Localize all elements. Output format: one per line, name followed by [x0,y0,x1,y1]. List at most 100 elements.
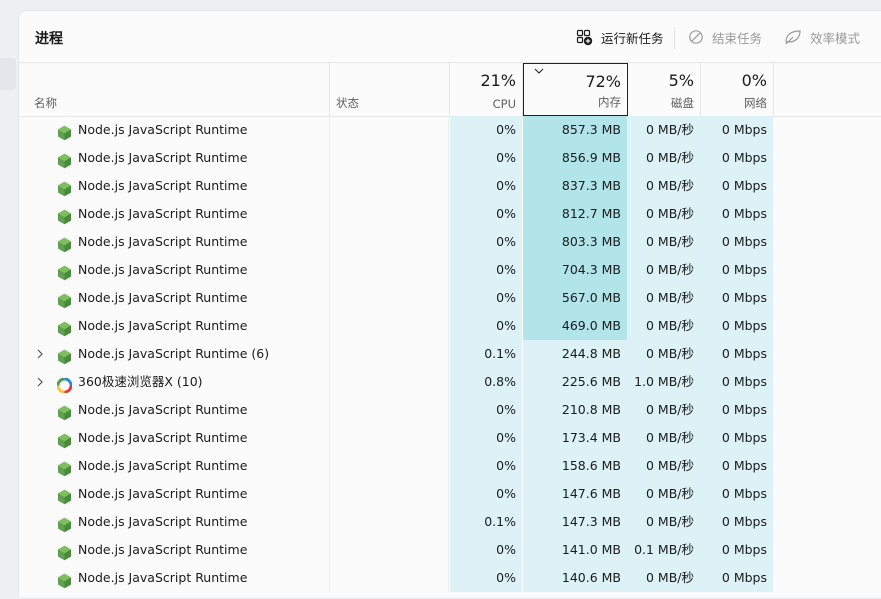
process-status-cell [329,116,449,144]
process-name: 360极速浏览器X (10) [78,374,203,389]
process-disk-cell: 0 MB/秒 [627,116,700,144]
cpu-total-percent: 21% [480,71,516,90]
process-name-cell: Node.js JavaScript Runtime [19,172,329,200]
process-disk-cell: 0 MB/秒 [627,200,700,228]
leaf-icon [785,30,801,45]
memory-total-percent: 72% [585,72,621,91]
process-status-cell [329,536,449,564]
process-name-cell: Node.js JavaScript Runtime [19,396,329,424]
process-memory-cell: 147.6 MB [523,480,627,508]
process-disk-cell: 0 MB/秒 [627,508,700,536]
column-header-disk[interactable]: 5% 磁盘 [628,63,701,116]
process-row[interactable]: Node.js JavaScript Runtime (6) 0.1% 244.8 … [19,340,881,368]
process-row[interactable]: Node.js JavaScript Runtime 0% 147.6 MB 0 MB… [19,480,881,508]
process-name: Node.js JavaScript Runtime [78,402,248,417]
process-row[interactable]: Node.js JavaScript Runtime 0% 837.3 MB 0 MB… [19,172,881,200]
process-name: Node.js JavaScript Runtime [78,318,248,333]
process-cpu-cell: 0% [450,480,522,508]
toolbar: 运行新任务 结束任务 效率模式 [19,25,881,49]
network-column-label: 网络 [744,96,767,110]
process-row[interactable]: Node.js JavaScript Runtime 0% 210.8 MB 0 MB… [19,396,881,424]
process-row[interactable]: Node.js JavaScript Runtime 0% 567.0 MB 0 MB… [19,284,881,312]
process-row[interactable]: Node.js JavaScript Runtime 0% 803.3 MB 0 MB… [19,228,881,256]
process-status-cell [329,452,449,480]
chevron-right-icon[interactable] [36,377,44,387]
process-name: Node.js JavaScript Runtime [78,430,248,445]
process-disk-cell: 1.0 MB/秒 [627,368,700,396]
process-name-cell: Node.js JavaScript Runtime [19,564,329,592]
process-list: Node.js JavaScript Runtime 0% 857.3 MB 0 MB… [19,116,881,592]
process-cpu-cell: 0.8% [450,368,522,396]
end-task-label: 结束任务 [712,30,763,46]
process-name-cell: Node.js JavaScript Runtime [19,536,329,564]
network-total-percent: 0% [741,71,767,90]
chevron-right-icon[interactable] [36,349,44,359]
run-new-task-label: 运行新任务 [601,30,664,46]
process-row[interactable]: Node.js JavaScript Runtime 0% 857.3 MB 0 MB… [19,116,881,144]
process-network-cell: 0 Mbps [700,368,773,396]
end-task-button[interactable]: 结束任务 [688,25,762,49]
process-disk-cell: 0 MB/秒 [627,312,700,340]
process-name: Node.js JavaScript Runtime (6) [78,346,270,361]
process-status-cell [329,228,449,256]
process-name: Node.js JavaScript Runtime [78,514,248,529]
process-cpu-cell: 0% [450,536,522,564]
process-cpu-cell: 0% [450,256,522,284]
process-network-cell: 0 Mbps [700,396,773,424]
nodejs-icon [57,571,72,599]
process-network-cell: 0 Mbps [700,200,773,228]
process-row[interactable]: Node.js JavaScript Runtime 0.1% 147.3 MB 0 … [19,508,881,536]
process-name-cell: Node.js JavaScript Runtime (6) [19,340,329,368]
status-column-label: 状态 [336,96,359,110]
process-cpu-cell: 0% [450,424,522,452]
process-network-cell: 0 Mbps [700,228,773,256]
process-memory-cell: 567.0 MB [523,284,627,312]
process-name-cell: Node.js JavaScript Runtime [19,424,329,452]
process-memory-cell: 158.6 MB [523,452,627,480]
cpu-column-label: CPU [492,97,516,111]
process-row[interactable]: Node.js JavaScript Runtime 0% 173.4 MB 0 MB… [19,424,881,452]
disk-total-percent: 5% [668,71,694,90]
process-name: Node.js JavaScript Runtime [78,206,248,221]
process-name-cell: Node.js JavaScript Runtime [19,116,329,144]
nav-selection-indicator[interactable] [0,58,16,90]
process-row[interactable]: Node.js JavaScript Runtime 0% 812.7 MB 0 MB… [19,200,881,228]
process-disk-cell: 0 MB/秒 [627,340,700,368]
process-network-cell: 0 Mbps [700,508,773,536]
process-memory-cell: 147.3 MB [523,508,627,536]
process-row[interactable]: 360极速浏览器X (10) 0.8% 225.6 MB 1.0 MB/秒 0 Mbps [19,368,881,396]
process-name-cell: Node.js JavaScript Runtime [19,144,329,172]
process-status-cell [329,368,449,396]
process-row[interactable]: Node.js JavaScript Runtime 0% 469.0 MB 0 MB… [19,312,881,340]
column-header-name[interactable]: 名称 [19,63,330,116]
process-name-cell: Node.js JavaScript Runtime [19,256,329,284]
run-new-task-button[interactable]: 运行新任务 [576,25,664,49]
process-disk-cell: 0 MB/秒 [627,564,700,592]
process-network-cell: 0 Mbps [700,424,773,452]
process-name-cell: Node.js JavaScript Runtime [19,480,329,508]
column-header-network[interactable]: 0% 网络 [701,63,774,116]
process-status-cell [329,312,449,340]
process-row[interactable]: Node.js JavaScript Runtime 0% 856.9 MB 0 MB… [19,144,881,172]
process-disk-cell: 0 MB/秒 [627,284,700,312]
process-memory-cell: 469.0 MB [523,312,627,340]
process-row[interactable]: Node.js JavaScript Runtime 0% 158.6 MB 0 MB… [19,452,881,480]
efficiency-mode-label: 效率模式 [810,30,861,46]
column-header-row: 名称 状态 21% CPU 72% 内存 5% 磁盘 0% 网络 [19,62,881,117]
process-disk-cell: 0 MB/秒 [627,228,700,256]
process-name-cell: Node.js JavaScript Runtime [19,200,329,228]
process-row[interactable]: Node.js JavaScript Runtime 0% 141.0 MB 0.1 … [19,536,881,564]
process-network-cell: 0 Mbps [700,312,773,340]
process-name: Node.js JavaScript Runtime [78,458,248,473]
process-status-cell [329,396,449,424]
process-network-cell: 0 Mbps [700,452,773,480]
process-row[interactable]: Node.js JavaScript Runtime 0% 140.6 MB 0 MB… [19,564,881,592]
column-header-status[interactable]: 状态 [330,63,450,116]
process-network-cell: 0 Mbps [700,536,773,564]
process-row[interactable]: Node.js JavaScript Runtime 0% 704.3 MB 0 MB… [19,256,881,284]
column-header-memory[interactable]: 72% 内存 [523,63,628,116]
process-name-cell: Node.js JavaScript Runtime [19,508,329,536]
process-network-cell: 0 Mbps [700,564,773,592]
column-header-cpu[interactable]: 21% CPU [450,63,523,116]
efficiency-mode-button[interactable]: 效率模式 [784,25,860,49]
